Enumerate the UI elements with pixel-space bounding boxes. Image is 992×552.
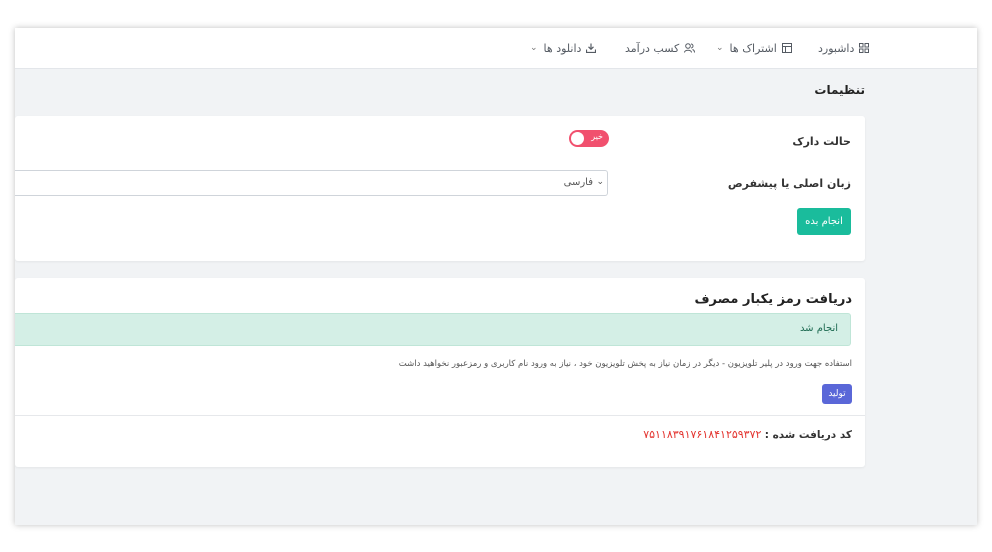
nav-item-label: دانلود ها	[543, 41, 582, 55]
otp-section-title: دریافت رمز یکبار مصرف	[694, 292, 852, 307]
page-title: تنظیمات	[814, 83, 865, 97]
toggle-state-label: خیر	[591, 132, 603, 141]
dark-mode-toggle[interactable]: خیر	[569, 130, 609, 147]
save-button[interactable]: انجام بده	[797, 208, 851, 235]
settings-card: حالت دارک خیر زبان اصلی یا پیشفرص ⌄ فارس…	[15, 116, 865, 261]
success-alert: انجام شد	[15, 313, 851, 346]
download-icon	[586, 43, 597, 53]
nav-item-subscriptions[interactable]: اشتراک ها ⌄	[716, 40, 792, 56]
received-code-label: کد دریافت شده :	[764, 429, 852, 441]
toggle-knob	[571, 132, 584, 145]
users-icon	[684, 43, 696, 53]
dark-mode-label: حالت دارک	[792, 135, 851, 148]
app-window: داشبورد اشتراک ها ⌄ کسب درآمد دانلود ها …	[15, 28, 977, 525]
top-navbar: داشبورد اشتراک ها ⌄ کسب درآمد دانلود ها …	[15, 28, 977, 69]
alert-text: انجام شد	[799, 323, 838, 334]
otp-card: دریافت رمز یکبار مصرف انجام شد استفاده ج…	[15, 278, 865, 467]
nav-item-label: اشتراک ها	[729, 41, 777, 55]
subscription-icon	[781, 43, 792, 53]
divider	[15, 415, 865, 416]
nav-item-label: کسب درآمد	[625, 41, 680, 55]
otp-description: استفاده جهت ورود در پلیر تلویزیون - دیگر…	[398, 359, 852, 369]
chevron-down-icon: ⌄	[716, 43, 724, 53]
nav-item-earnings[interactable]: کسب درآمد	[625, 40, 696, 56]
nav-item-dashboard[interactable]: داشبورد	[818, 40, 870, 56]
received-code-row: کد دریافت شده : ۷۵۱۱۸۳۹۱۷۶۱۸۴۱۲۵۹۳۷۲	[643, 428, 852, 441]
language-label: زبان اصلی یا پیشفرص	[727, 177, 851, 190]
chevron-down-icon: ⌄	[530, 43, 538, 53]
received-code-value: ۷۵۱۱۸۳۹۱۷۶۱۸۴۱۲۵۹۳۷۲	[643, 428, 762, 441]
generate-button[interactable]: تولید	[822, 384, 852, 404]
chevron-down-icon: ⌄	[596, 177, 604, 187]
language-select[interactable]: ⌄ فارسی	[15, 170, 608, 196]
nav-item-downloads[interactable]: دانلود ها ⌄	[530, 40, 597, 56]
nav-item-label: داشبورد	[818, 41, 855, 55]
language-selected-value: فارسی	[563, 177, 593, 188]
dashboard-icon	[859, 43, 870, 53]
